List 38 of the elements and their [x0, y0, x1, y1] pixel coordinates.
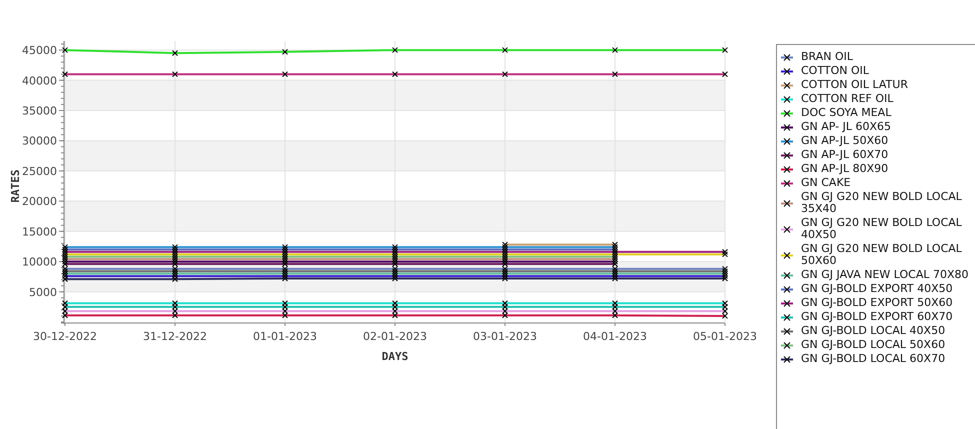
legend-label: GN GJ G20 NEW BOLD LOCAL 40X50 [801, 217, 963, 241]
y-tick-label: 30000 [22, 134, 57, 148]
legend-label: GN GJ-BOLD LOCAL 40X50 [801, 325, 946, 337]
legend-label: DOC SOYA MEAL [801, 107, 892, 119]
x-tick-label: 02-01-2023 [363, 330, 427, 343]
legend-label: GN GJ-BOLD EXPORT 60X70 [801, 311, 954, 323]
legend-label: GN GJ G20 NEW BOLD LOCAL 35X40 [801, 191, 963, 215]
legend-label: COTTON OIL LATUR [801, 79, 909, 91]
x-tick-label: 04-01-2023 [583, 330, 647, 343]
y-axis-title: RATES [9, 169, 22, 203]
y-tick-label: 35000 [22, 104, 57, 118]
legend-label: GN GJ JAVA NEW LOCAL 70X80 [801, 269, 970, 281]
y-tick-label: 25000 [22, 164, 57, 178]
legend-label: BRAN OIL [801, 51, 854, 63]
legend-label: COTTON OIL [801, 65, 870, 77]
legend-label: GN AP-JL 60X70 [801, 149, 890, 161]
legend-label: COTTON REF OIL [801, 93, 894, 105]
y-tick-label: 45000 [22, 44, 57, 58]
legend-label: GN AP- JL 60X65 [801, 121, 892, 133]
x-axis-title: DAYS [382, 350, 408, 363]
y-tick-label: 10000 [22, 256, 57, 269]
y-tick-label: 40000 [22, 74, 57, 88]
x-tick-label: 03-01-2023 [473, 330, 537, 343]
x-tick-label: 01-01-2023 [253, 330, 317, 343]
legend-label: GN GJ-BOLD LOCAL 60X70 [801, 353, 946, 365]
legend-label: GN CAKE [801, 177, 852, 189]
x-tick-label: 05-01-2023 [693, 330, 757, 343]
legend-label: GN AP-JL 80X90 [801, 163, 890, 175]
y-tick-label: 20000 [22, 195, 57, 208]
x-tick-label: 30-12-2022 [33, 330, 97, 343]
x-tick-label: 31-12-2022 [143, 330, 207, 343]
y-tick-label: 5000 [29, 286, 57, 299]
legend-label: GN GJ-BOLD EXPORT 50X60 [801, 297, 954, 309]
legend-label: GN AP-JL 50X60 [801, 135, 890, 147]
legend-label: GN GJ G20 NEW BOLD LOCAL 50X60 [801, 243, 963, 267]
legend-label: GN GJ-BOLD LOCAL 50X60 [801, 339, 946, 351]
y-tick-label: 15000 [22, 225, 57, 238]
legend-label: GN GJ-BOLD EXPORT 40X50 [801, 283, 954, 295]
